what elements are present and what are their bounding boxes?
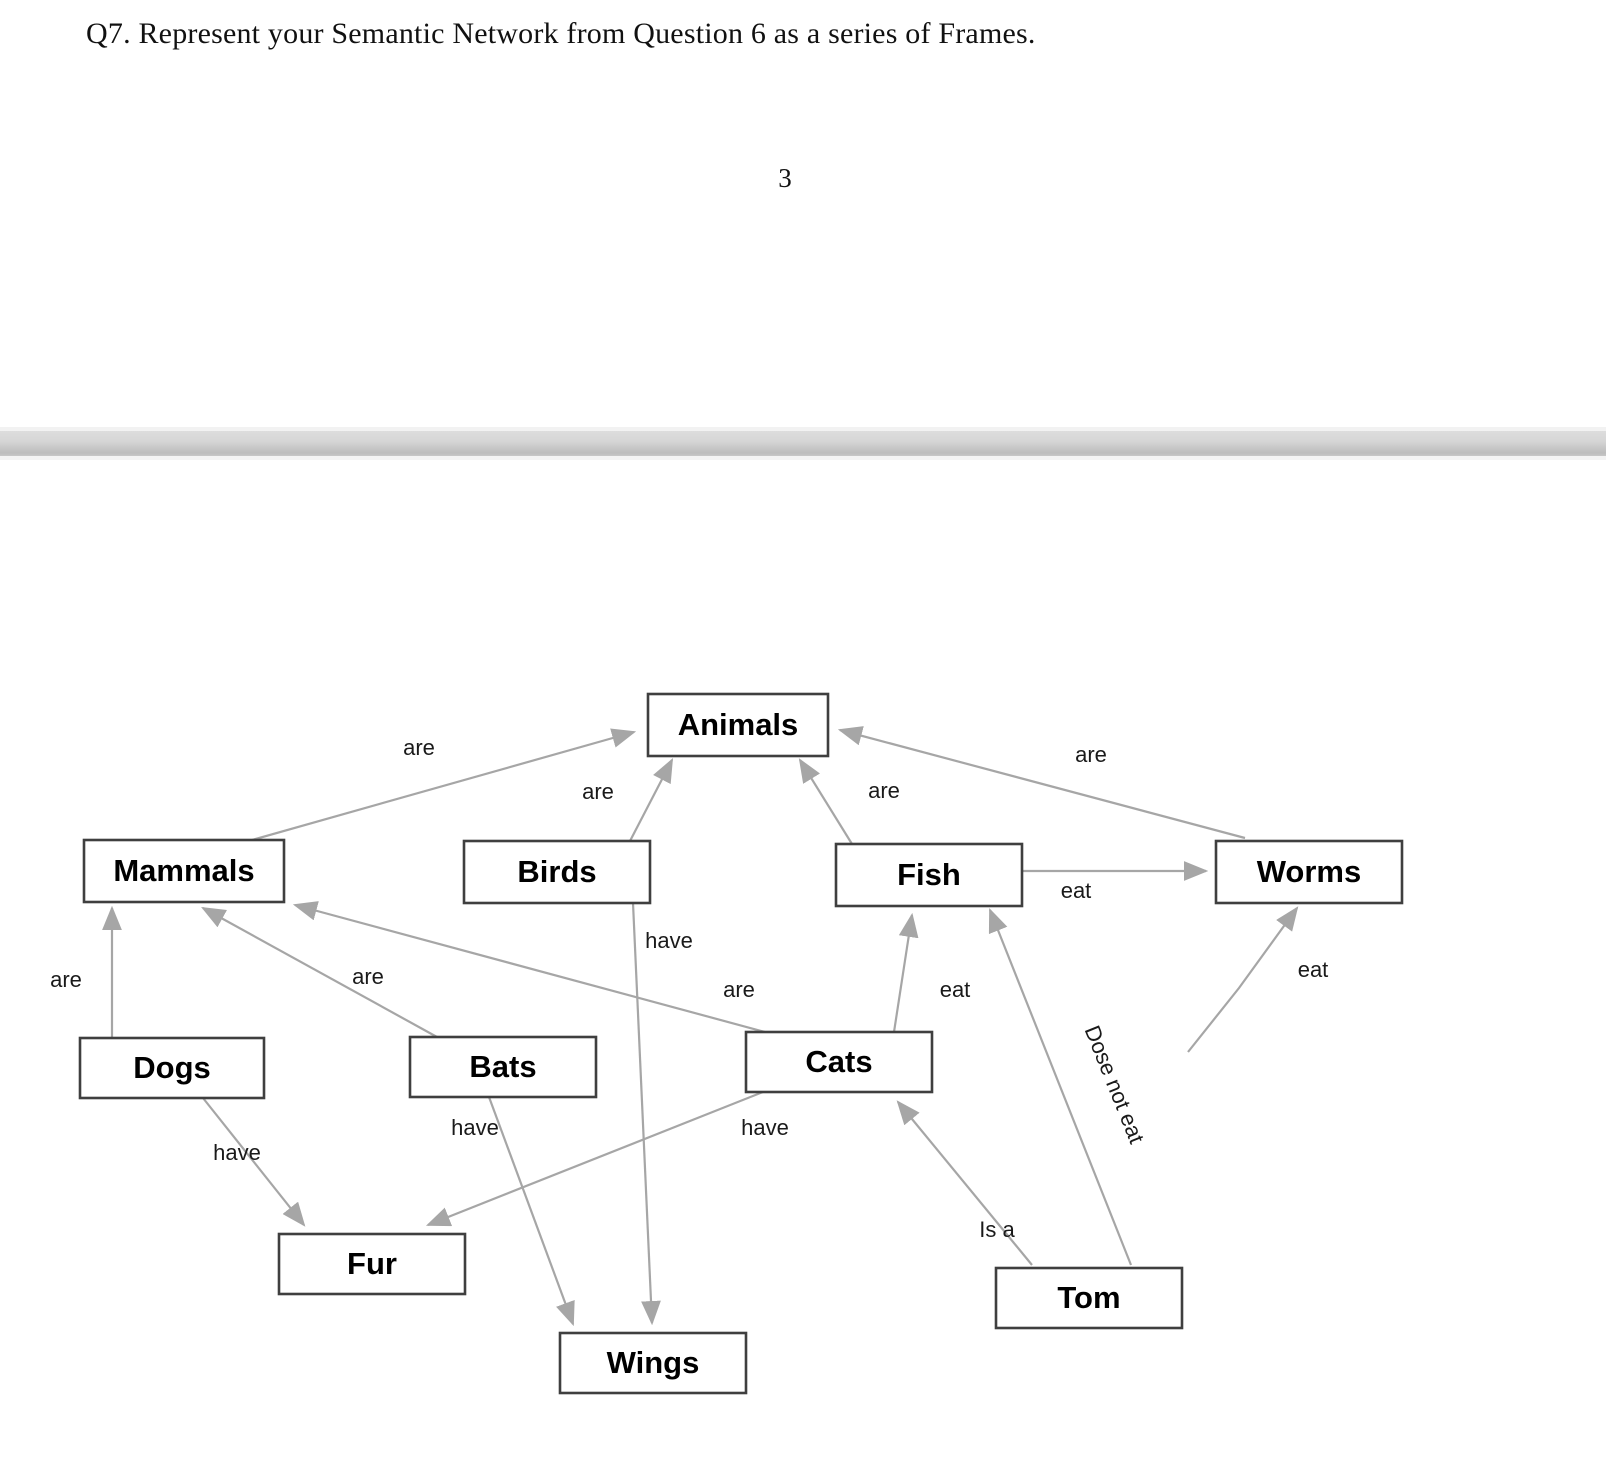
node-birds[interactable]: Birds xyxy=(462,839,652,905)
edge-label-birds-have-wings: have xyxy=(645,928,693,953)
semantic-network-svg: Animals Mammals Birds Fish Worms Dogs Bats Cats… xyxy=(50,692,1404,1395)
edge-label-worms-are-animals: are xyxy=(1075,742,1107,767)
node-fur[interactable]: Fur xyxy=(277,1232,467,1296)
page-title: Q7. Represent your Semantic Network from… xyxy=(86,17,1036,50)
node-mammals[interactable]: Mammals xyxy=(82,838,286,904)
edge-worms-are-animals xyxy=(837,726,1246,840)
edge-birds-are-animals xyxy=(629,758,674,842)
edge-label-bats-have-wings: have xyxy=(451,1115,499,1140)
edge-label-cats-eat-fish: eat xyxy=(940,977,971,1002)
edge-label-cats-are-mammals: are xyxy=(723,977,755,1002)
node-label-animals: Animals xyxy=(678,707,799,742)
node-label-tom: Tom xyxy=(1057,1280,1120,1315)
edge-cats-eat-fish xyxy=(892,912,919,1033)
edge-labels-layer: are are are are are are are have have have have eat… xyxy=(50,735,1328,1242)
edge-label-tom-is-a-cats: Is a xyxy=(979,1217,1015,1242)
edge-label-bats-are-mammals: are xyxy=(352,964,384,989)
edge-label-mammals-are-animals: are xyxy=(403,735,435,760)
edge-bats-have-wings xyxy=(487,1096,575,1327)
semantic-network-diagram: Animals Mammals Birds Fish Worms Dogs Bats Cats… xyxy=(0,460,1606,1469)
node-wings[interactable]: Wings xyxy=(558,1331,748,1395)
edge-label-dogs-are-mammals: are xyxy=(50,967,82,992)
edge-label-birds-are-animals: are xyxy=(582,779,614,804)
edge-birds-have-wings xyxy=(631,902,661,1326)
document-text-region: Q7. Represent your Semantic Network from… xyxy=(0,0,1606,427)
node-label-fish: Fish xyxy=(897,857,961,892)
node-dogs[interactable]: Dogs xyxy=(78,1036,266,1100)
node-worms[interactable]: Worms xyxy=(1214,839,1404,905)
edge-label-worms-eat-link: eat xyxy=(1298,957,1329,982)
divider-gradient-bar xyxy=(0,431,1606,456)
node-bats[interactable]: Bats xyxy=(408,1035,598,1099)
node-label-dogs: Dogs xyxy=(133,1050,211,1085)
node-label-birds: Birds xyxy=(517,854,596,889)
node-label-mammals: Mammals xyxy=(113,853,254,888)
node-tom[interactable]: Tom xyxy=(994,1266,1184,1330)
edge-label-cats-have-fur: have xyxy=(741,1115,789,1140)
node-fish[interactable]: Fish xyxy=(834,842,1024,908)
node-cats[interactable]: Cats xyxy=(744,1030,934,1094)
node-label-fur: Fur xyxy=(347,1246,397,1281)
section-divider xyxy=(0,427,1606,460)
edge-label-fish-eat-worms: eat xyxy=(1061,878,1092,903)
edge-fish-are-animals xyxy=(798,758,853,845)
edge-bats-are-mammals xyxy=(201,906,438,1038)
page-number: 3 xyxy=(778,163,792,193)
edge-cats-have-fur xyxy=(425,1090,764,1227)
edge-label-tom-dose-not-eat-fish: Dose not eat xyxy=(1080,1022,1150,1147)
edge-worms-eat-link xyxy=(1187,906,1299,1053)
node-label-bats: Bats xyxy=(469,1049,536,1084)
node-label-cats: Cats xyxy=(805,1044,872,1079)
nodes-layer: Animals Mammals Birds Fish Worms Dogs Bats Cats… xyxy=(78,692,1404,1395)
edge-mammals-are-animals xyxy=(251,728,637,842)
node-animals[interactable]: Animals xyxy=(646,692,830,758)
node-label-wings: Wings xyxy=(607,1345,700,1380)
node-label-worms: Worms xyxy=(1257,854,1362,889)
edge-label-fish-are-animals: are xyxy=(868,778,900,803)
edge-label-dogs-have-fur: have xyxy=(213,1140,261,1165)
